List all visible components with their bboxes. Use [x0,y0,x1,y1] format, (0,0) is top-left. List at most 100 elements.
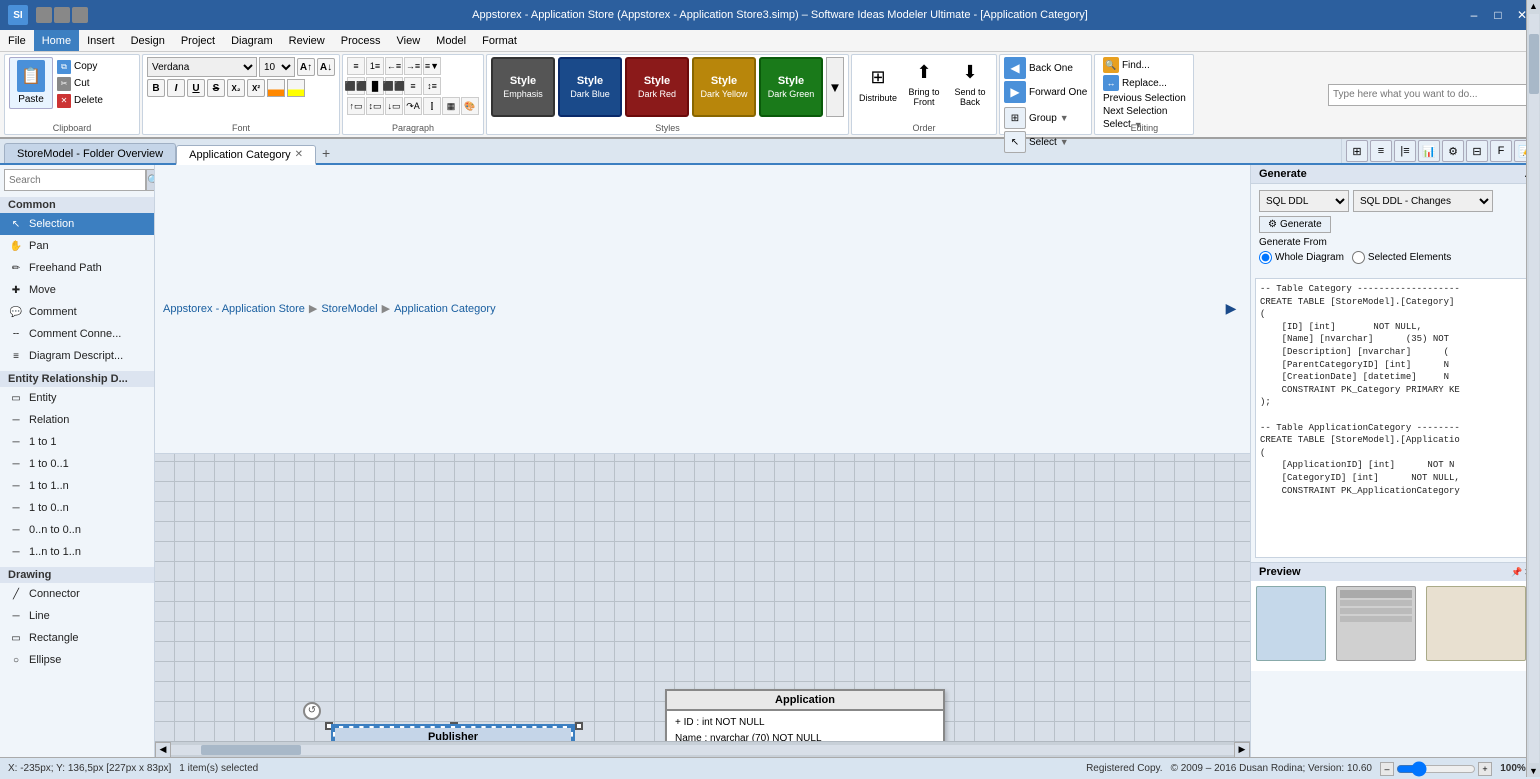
tool-connector[interactable]: ╱ Connector [0,583,154,605]
canvas-scroll[interactable]: ↺ Publisher + ID : int NOT NULL Name : n… [155,454,1250,742]
breadcrumb-root[interactable]: Appstorex - Application Store [163,303,305,315]
list-style-button[interactable]: ≡▼ [423,57,441,75]
panel-btn-1[interactable]: ⊞ [1346,140,1368,162]
tool-1to1n[interactable]: ─ 1 to 1..n [0,475,154,497]
panel-btn-3[interactable]: |≡ [1394,140,1416,162]
tool-relation[interactable]: ─ Relation [0,409,154,431]
delete-button[interactable]: ✕ Delete [55,93,135,109]
search-icon-button[interactable]: 🔍 [146,169,155,191]
zoom-in-button[interactable]: + [1478,762,1492,776]
tab-application-category[interactable]: Application Category ✕ [176,145,316,165]
menu-process[interactable]: Process [333,30,389,51]
breadcrumb-app-category[interactable]: Application Category [394,303,496,315]
ddl-type-select[interactable]: SQL DDL [1259,190,1349,212]
font-color-button[interactable] [267,79,285,97]
quick-save[interactable] [36,7,52,23]
tool-0nto0n[interactable]: ─ 0..n to 0..n [0,519,154,541]
entity-application[interactable]: Application + ID : int NOT NULL Name : n… [665,689,945,742]
generate-button[interactable]: ⚙ Generate [1259,216,1331,233]
distribute-button[interactable]: ⊞ Distribute [856,57,900,109]
columns-button[interactable]: ⫿ [423,97,441,115]
breadcrumb-expand-icon[interactable]: ▶ [1220,298,1242,320]
app-field-name[interactable]: Name : nvarchar (70) NOT NULL [675,731,935,742]
scroll-left-button[interactable]: ◀ [155,742,171,758]
style-emphasis-button[interactable]: Style Emphasis [491,57,555,117]
tool-1to01[interactable]: ─ 1 to 0..1 [0,453,154,475]
strikethrough-button[interactable]: S [207,79,225,97]
v-scrollbar-thumb[interactable] [1529,34,1539,94]
valign-top-button[interactable]: ↑▭ [347,97,365,115]
menu-project[interactable]: Project [173,30,223,51]
styles-more-button[interactable]: ▼ [826,57,844,117]
sql-code-area[interactable]: -- Table Category ------------------- CR… [1255,278,1536,558]
line-spacing-button[interactable]: ↕≡ [423,77,441,95]
tab-close-icon[interactable]: ✕ [295,149,303,160]
menu-view[interactable]: View [389,30,429,51]
style-dark-yellow-button[interactable]: Style Dark Yellow [692,57,756,117]
panel-btn-7[interactable]: F [1490,140,1512,162]
tool-diagram-description[interactable]: ≡ Diagram Descript... [0,345,154,367]
generate-section-header[interactable]: Generate ▲ [1251,165,1540,184]
rotate-handle[interactable]: ↺ [303,702,321,720]
quick-redo[interactable] [72,7,88,23]
v-scrollbar[interactable]: ▲ ▼ [1526,0,1540,777]
style-dark-green-button[interactable]: Style Dark Green [759,57,823,117]
tool-pan[interactable]: ✋ Pan [0,235,154,257]
left-panel-search-input[interactable] [4,169,146,191]
whole-diagram-radio[interactable] [1259,251,1272,264]
indent-more-button[interactable]: →≡ [404,57,422,75]
h-scrollbar-track[interactable] [171,745,1234,755]
drawing-section-header[interactable]: Drawing [0,567,154,583]
border-button[interactable]: ▦ [442,97,460,115]
list-ordered-button[interactable]: 1≡ [366,57,384,75]
tool-selection[interactable]: ↖ Selection [0,213,154,235]
preview-canvas[interactable] [1251,581,1540,671]
scroll-down-button[interactable]: ▼ [1528,765,1540,777]
preview-pin-icon[interactable]: 📌 [1511,567,1522,578]
italic-button[interactable]: I [167,79,185,97]
align-right-button[interactable]: ⬛⬛ [385,77,403,95]
menu-model[interactable]: Model [428,30,474,51]
send-to-back-button[interactable]: ⬇ Send to Back [948,57,992,109]
font-shrink-button[interactable]: A↓ [317,58,335,76]
common-section-header[interactable]: Common [0,197,154,213]
whole-diagram-radio-label[interactable]: Whole Diagram [1259,251,1344,264]
panel-btn-6[interactable]: ⊟ [1466,140,1488,162]
erd-section-header[interactable]: Entity Relationship D... [0,371,154,387]
app-field-id[interactable]: + ID : int NOT NULL [675,715,935,731]
align-left-button[interactable]: ⬛⬛ [347,77,365,95]
zoom-slider[interactable] [1396,761,1476,777]
font-size-select[interactable]: 10 [259,57,295,77]
panel-btn-4[interactable]: 📊 [1418,140,1440,162]
align-justify-button[interactable]: ≡ [404,77,422,95]
bring-to-front-button[interactable]: ⬆ Bring to Front [902,57,946,109]
h-scrollbar-thumb[interactable] [201,745,301,755]
tool-move[interactable]: ✚ Move [0,279,154,301]
font-grow-button[interactable]: A↑ [297,58,315,76]
cut-button[interactable]: ✂ Cut [55,76,135,92]
menu-insert[interactable]: Insert [79,30,123,51]
zoom-out-button[interactable]: – [1380,762,1394,776]
tool-comment-connector[interactable]: ╌ Comment Conne... [0,323,154,345]
ddl-changes-select[interactable]: SQL DDL - Changes [1353,190,1493,212]
indent-less-button[interactable]: ←≡ [385,57,403,75]
menu-file[interactable]: File [0,30,34,51]
paste-button[interactable]: 📋 Paste [9,57,53,109]
menu-design[interactable]: Design [123,30,173,51]
tool-rectangle[interactable]: ▭ Rectangle [0,627,154,649]
quick-undo[interactable] [54,7,70,23]
align-center-button[interactable]: ▐▌ [366,77,384,95]
tool-line[interactable]: ─ Line [0,605,154,627]
scroll-up-button[interactable]: ▲ [1528,0,1540,12]
entity-publisher[interactable]: Publisher + ID : int NOT NULL Name : nva… [333,726,573,742]
tool-freehand[interactable]: ✏ Freehand Path [0,257,154,279]
scroll-right-button[interactable]: ▶ [1234,742,1250,758]
panel-btn-2[interactable]: ≡ [1370,140,1392,162]
subscript-button[interactable]: X₂ [227,79,245,97]
add-tab-button[interactable]: + [316,143,336,163]
panel-btn-5[interactable]: ⚙ [1442,140,1464,162]
selected-elements-radio[interactable] [1352,251,1365,264]
superscript-button[interactable]: X² [247,79,265,97]
handle-tr[interactable] [575,722,583,730]
bold-button[interactable]: B [147,79,165,97]
